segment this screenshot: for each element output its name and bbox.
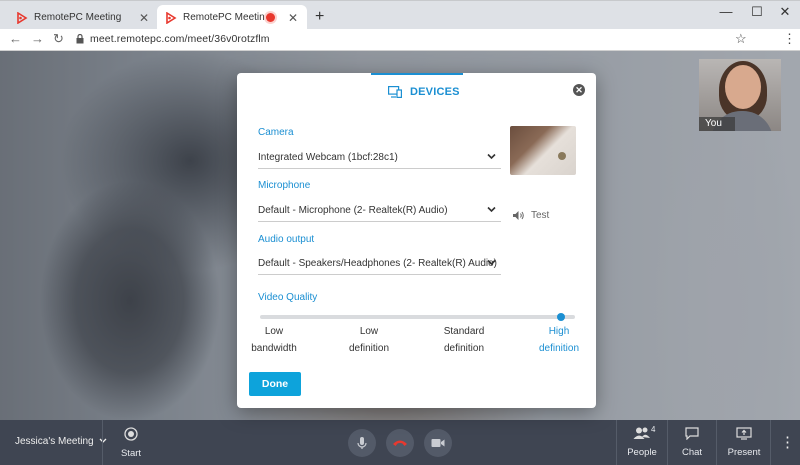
new-tab-button[interactable]: +	[315, 8, 324, 26]
chat-label: Chat	[681, 447, 703, 458]
chevron-down-icon	[487, 259, 496, 266]
forward-arrow-icon[interactable]: →	[31, 31, 44, 46]
quality-option-line1: Low	[359, 326, 379, 337]
audio-output-select[interactable]: Default - Speakers/Headphones (2- Realte…	[258, 253, 501, 275]
test-label: Test	[531, 210, 550, 221]
quality-option-line2: definition	[348, 343, 390, 354]
remotepc-favicon-icon	[166, 11, 177, 24]
close-tab-icon[interactable]: ✕	[138, 11, 150, 25]
close-tab-icon[interactable]: ✕	[287, 11, 299, 25]
recording-indicator-icon	[266, 13, 275, 22]
self-video-face	[725, 65, 761, 109]
screen-share-icon	[736, 427, 752, 440]
back-arrow-icon[interactable]: ←	[9, 31, 22, 46]
microphone-select[interactable]: Default - Microphone (2- Realtek(R) Audi…	[258, 200, 501, 222]
tab-devices[interactable]: DEVICES	[388, 86, 460, 98]
dialog-title: DEVICES	[410, 86, 460, 98]
video-quality-label: Video Quality	[258, 292, 318, 303]
microphone-label: Microphone	[258, 180, 311, 191]
start-recording-button[interactable]: Start	[115, 427, 147, 459]
quality-option-line1: High	[548, 326, 570, 337]
minimize-button[interactable]: —	[716, 4, 736, 19]
camera-select[interactable]: Integrated Webcam (1bcf:28c1)	[258, 147, 501, 169]
toolbar-divider	[616, 420, 617, 465]
lock-icon	[76, 34, 84, 44]
browser-menu-icon[interactable]: ⋮	[783, 31, 796, 47]
browser-tab-1[interactable]: RemotePC Meeting ✕	[8, 5, 158, 30]
quality-option-low-definition[interactable]: Low definition	[339, 323, 399, 357]
active-tab-indicator	[371, 73, 463, 75]
close-dialog-icon[interactable]: ✕	[573, 84, 585, 96]
bookmark-star-icon[interactable]: ☆	[735, 31, 747, 47]
browser-tabbar: RemotePC Meeting ✕ RemotePC Meeting ✕ + …	[0, 0, 800, 30]
video-camera-icon	[431, 439, 445, 447]
quality-option-line2: definition	[443, 343, 485, 354]
audio-output-select-value: Default - Speakers/Headphones (2- Realte…	[258, 258, 498, 269]
tab-title: RemotePC Meeting	[183, 12, 266, 23]
browser-tab-2[interactable]: RemotePC Meeting ✕	[157, 5, 307, 30]
video-quality-slider-track[interactable]	[260, 315, 575, 319]
camera-preview-detail	[558, 152, 566, 160]
quality-option-line2: definition	[538, 343, 580, 354]
url-field[interactable]: meet.remotepc.com/meet/36v0rotzflm	[90, 33, 270, 45]
chevron-down-icon	[487, 206, 496, 213]
quality-option-line1: Low	[264, 326, 284, 337]
hang-up-icon	[393, 440, 407, 446]
toolbar-divider	[102, 420, 103, 465]
quality-option-standard-definition[interactable]: Standard definition	[434, 323, 494, 357]
record-icon	[124, 427, 138, 441]
audio-output-label: Audio output	[258, 234, 315, 245]
meeting-toolbar: Jessica's Meeting Start 4 People Chat Pr…	[0, 420, 800, 465]
address-bar: ← → ↻ meet.remotepc.com/meet/36v0rotzflm…	[0, 29, 800, 51]
reload-icon[interactable]: ↻	[53, 31, 64, 47]
present-button[interactable]: Present	[724, 427, 764, 458]
video-quality-slider-thumb[interactable]	[557, 313, 565, 321]
self-view-label: You	[699, 117, 735, 131]
window-close-button[interactable]: ✕	[775, 4, 795, 20]
speaker-icon	[513, 211, 524, 220]
test-speaker-button[interactable]: Test	[512, 210, 549, 221]
quality-option-high-definition[interactable]: High definition	[529, 323, 589, 357]
toolbar-divider	[667, 420, 668, 465]
toolbar-divider	[716, 420, 717, 465]
chevron-down-icon	[487, 153, 496, 160]
camera-preview	[510, 126, 576, 175]
quality-option-line2: bandwidth	[251, 343, 297, 354]
people-button[interactable]: 4 People	[622, 425, 662, 458]
present-label: Present	[727, 447, 761, 458]
chevron-down-icon	[99, 438, 107, 443]
people-label: People	[627, 447, 657, 458]
people-count-badge: 4	[651, 425, 656, 434]
remotepc-favicon-icon	[17, 11, 28, 24]
camera-toggle-button[interactable]	[424, 429, 452, 457]
toolbar-divider	[770, 420, 771, 465]
quality-option-line1: Standard	[443, 326, 485, 337]
quality-option-low-bandwidth[interactable]: Low bandwidth	[244, 323, 304, 357]
tab-title: RemotePC Meeting	[34, 12, 122, 23]
maximize-button[interactable]: ☐	[747, 4, 767, 20]
end-call-button[interactable]	[386, 429, 414, 457]
camera-select-value: Integrated Webcam (1bcf:28c1)	[258, 152, 398, 163]
meeting-name-label: Jessica's Meeting	[15, 436, 94, 447]
microphone-icon	[357, 437, 367, 449]
chat-bubble-icon	[685, 427, 699, 441]
people-icon	[633, 427, 650, 439]
camera-label: Camera	[258, 127, 294, 138]
more-options-icon[interactable]: ⋮	[780, 433, 795, 451]
devices-icon	[388, 86, 402, 98]
self-video-thumbnail[interactable]: You	[699, 59, 781, 131]
devices-dialog: DEVICES ✕ Camera Integrated Webcam (1bcf…	[237, 73, 596, 408]
start-label: Start	[120, 448, 142, 459]
done-button[interactable]: Done	[249, 372, 301, 396]
microphone-button[interactable]	[348, 429, 376, 457]
microphone-select-value: Default - Microphone (2- Realtek(R) Audi…	[258, 205, 448, 216]
meeting-name-dropdown[interactable]: Jessica's Meeting	[15, 436, 107, 447]
chat-button[interactable]: Chat	[675, 427, 709, 458]
